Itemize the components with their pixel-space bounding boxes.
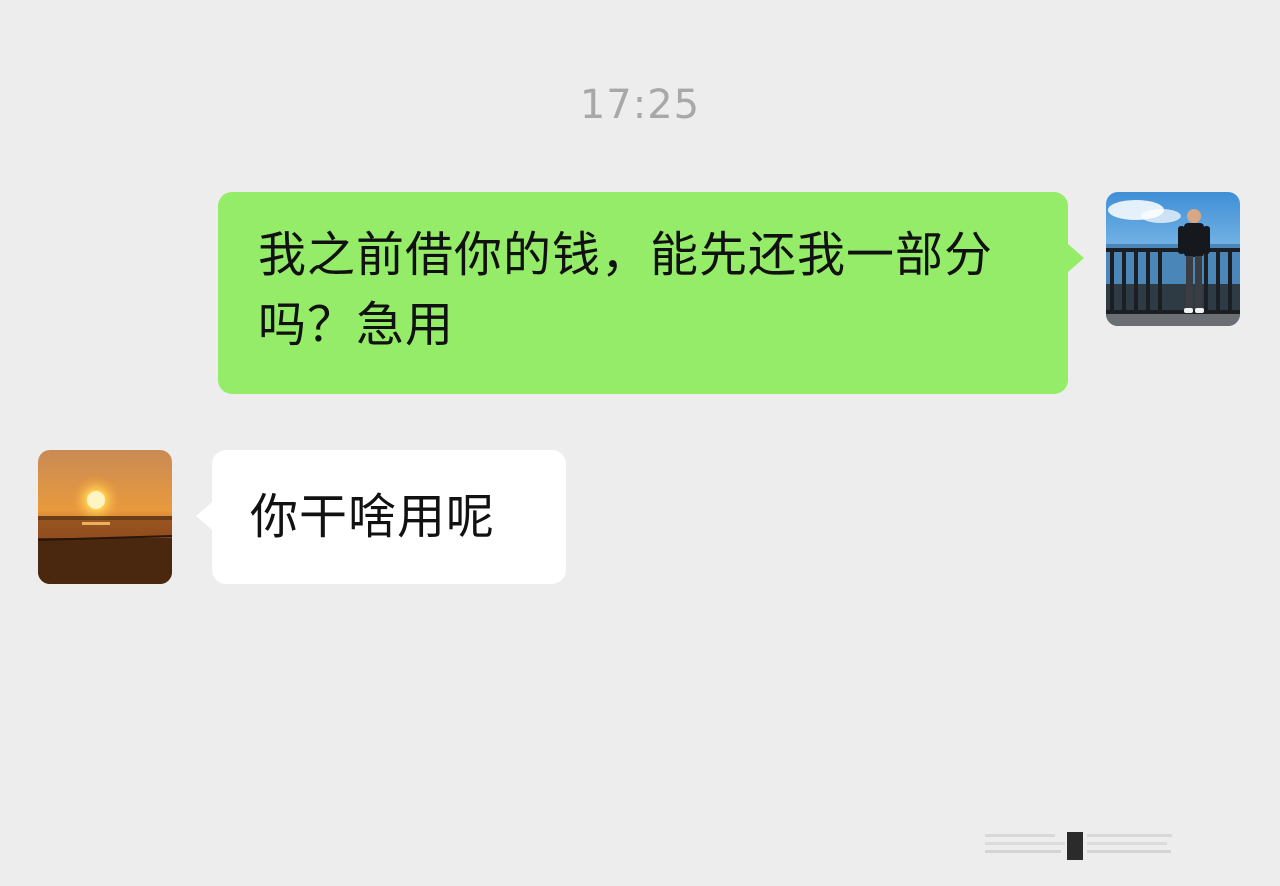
watermark: [985, 828, 1175, 864]
message-bubble-self[interactable]: 我之前借你的钱，能先还我一部分吗？急用: [218, 192, 1084, 394]
self-avatar[interactable]: [1106, 192, 1240, 326]
avatar-photo-man-by-sea-icon: [1106, 192, 1240, 326]
message-text-friend: 你干啥用呢: [250, 489, 496, 545]
friend-avatar[interactable]: [38, 450, 172, 584]
watermark-icon: [985, 832, 1172, 860]
message-text-self: 我之前借你的钱，能先还我一部分吗？急用: [258, 227, 994, 353]
message-bubble-friend[interactable]: 你干啥用呢: [196, 450, 566, 584]
avatar-photo-sunset-icon: [38, 450, 172, 584]
chat-timestamp: 17:25: [579, 82, 701, 128]
